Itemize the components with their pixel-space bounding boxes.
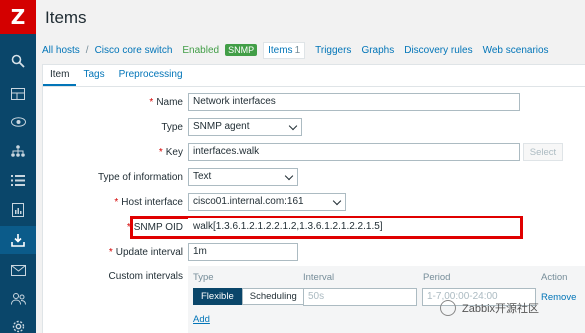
item-form: Item Tags Preprocessing * Name Network in… xyxy=(42,64,585,333)
items-count: 1 xyxy=(294,44,301,56)
graphs-link[interactable]: Graphs xyxy=(361,45,394,56)
type-of-information-select[interactable]: Text xyxy=(188,168,298,186)
data-collection-icon[interactable] xyxy=(0,226,36,254)
web-scenarios-link[interactable]: Web scenarios xyxy=(483,45,549,56)
snmp-availability-badge: SNMP xyxy=(225,44,258,56)
type-select-value: SNMP agent xyxy=(193,121,250,132)
tab-tags[interactable]: Tags xyxy=(76,65,111,86)
update-interval-label: * Update interval xyxy=(108,247,183,258)
triggers-link[interactable]: Triggers xyxy=(315,45,351,56)
mail-icon[interactable] xyxy=(0,256,36,284)
key-select-button[interactable]: Select xyxy=(523,143,563,161)
type-select[interactable]: SNMP agent xyxy=(188,118,302,136)
add-interval-link[interactable]: Add xyxy=(193,314,210,325)
host-interface-select[interactable]: cisco01.internal.com:161 xyxy=(188,193,346,211)
tab-preprocessing[interactable]: Preprocessing xyxy=(112,65,190,86)
page-title: Items xyxy=(45,8,87,27)
snmp-oid-label: * SNMP OID xyxy=(126,222,183,233)
discovery-rules-link[interactable]: Discovery rules xyxy=(404,45,472,56)
users-icon[interactable] xyxy=(0,285,36,313)
zabbix-logo[interactable]: Z xyxy=(0,0,36,34)
monitoring-eye-icon[interactable] xyxy=(0,108,36,136)
name-input[interactable]: Network interfaces xyxy=(188,93,520,111)
remove-interval-link[interactable]: Remove xyxy=(541,292,576,303)
update-interval-input[interactable]: 1m xyxy=(188,243,298,261)
breadcrumb-separator: / xyxy=(85,44,89,56)
wechat-icon xyxy=(440,300,456,316)
all-hosts-link[interactable]: All hosts xyxy=(42,45,80,56)
chevron-down-icon xyxy=(288,121,298,131)
items-tab[interactable]: Items 1 xyxy=(263,41,306,59)
ci-header-type: Type xyxy=(193,272,214,283)
tab-item[interactable]: Item xyxy=(43,65,77,86)
form-tabs: Item Tags Preprocessing xyxy=(43,65,585,87)
dashboard-icon[interactable] xyxy=(0,80,36,108)
custom-intervals-label: Custom intervals xyxy=(108,271,183,282)
watermark: Zabbix开源社区 xyxy=(440,300,539,316)
ci-header-period: Period xyxy=(423,272,451,283)
settings-icon[interactable] xyxy=(0,312,36,333)
type-of-information-label: Type of information xyxy=(97,172,183,183)
watermark-text: Zabbix开源社区 xyxy=(462,303,540,315)
sidebar: Z xyxy=(0,0,36,333)
chevron-down-icon xyxy=(284,171,294,181)
network-icon[interactable] xyxy=(0,137,36,165)
chevron-down-icon xyxy=(332,196,342,206)
items-tab-label: Items xyxy=(268,44,293,56)
search-icon[interactable] xyxy=(0,47,36,75)
ci-header-interval: Interval xyxy=(303,272,335,283)
snmp-oid-input[interactable]: walk[1.3.6.1.2.1.2.2.1.2,1.3.6.1.2.1.2.2… xyxy=(188,218,520,236)
key-label: * Key xyxy=(158,147,183,158)
list-icon[interactable] xyxy=(0,166,36,194)
ci-header-action: Action xyxy=(541,272,568,283)
interval-type-toggle: Flexible Scheduling xyxy=(193,288,305,305)
host-link[interactable]: Cisco core switch xyxy=(95,45,173,56)
flexible-option[interactable]: Flexible xyxy=(193,288,242,305)
scheduling-option[interactable]: Scheduling xyxy=(241,288,305,305)
key-input[interactable]: interfaces.walk xyxy=(188,143,520,161)
reports-icon[interactable] xyxy=(0,196,36,224)
host-interface-label: * Host interface xyxy=(114,197,183,208)
name-label: * Name xyxy=(149,97,183,108)
host-status-enabled[interactable]: Enabled xyxy=(182,45,219,56)
type-of-information-value: Text xyxy=(193,171,212,182)
interval-input[interactable]: 50s xyxy=(303,288,417,306)
interval-placeholder: 50s xyxy=(308,291,325,302)
host-navigation: All hosts / Cisco core switch Enabled SN… xyxy=(42,40,549,60)
host-interface-value: cisco01.internal.com:161 xyxy=(193,196,304,207)
type-label: Type xyxy=(161,122,183,133)
